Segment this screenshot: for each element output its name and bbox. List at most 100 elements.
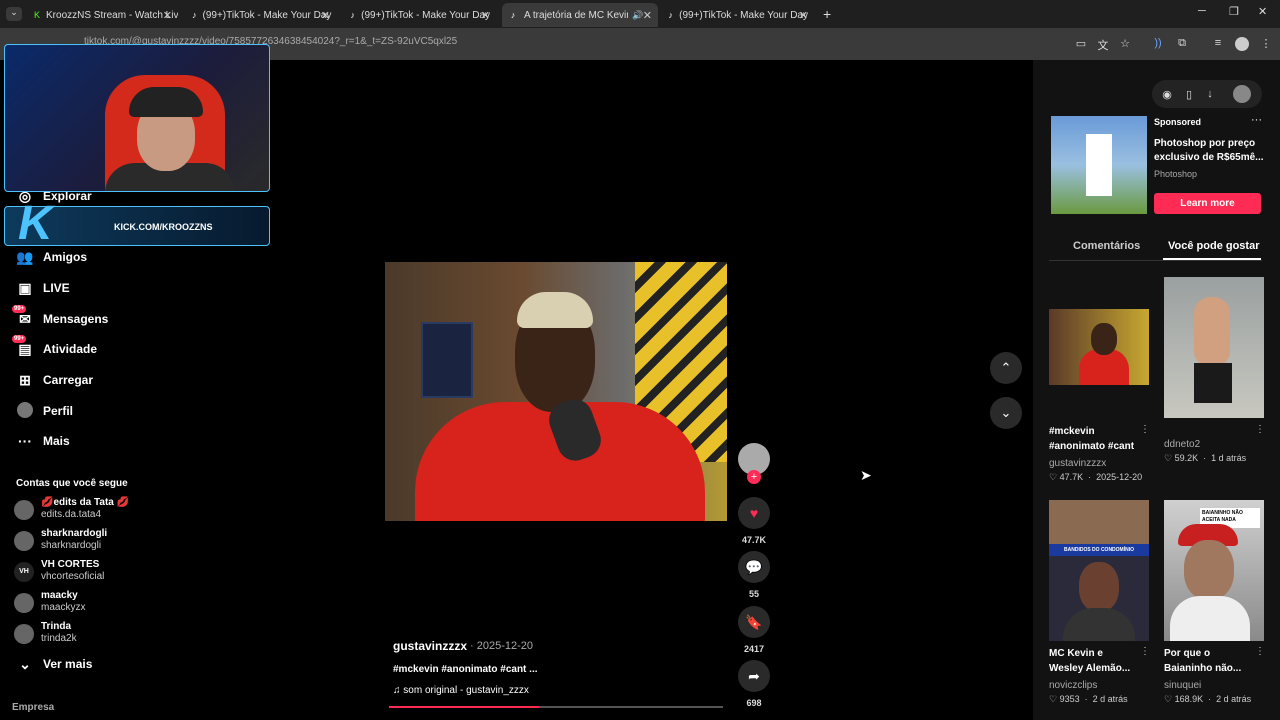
tab-3[interactable]: ♪ (99+)TikTok - Make Your Day ✕ [344,3,496,27]
tiktok-icon: ♪ [510,10,516,20]
video-author[interactable]: gustavinzzzx [393,639,467,653]
close-icon[interactable]: ✕ [799,9,808,22]
tab-you-may-like[interactable]: Você pode gostar [1168,240,1259,252]
card-meta: ♡ 168.9K · 2 d atrás [1164,694,1252,704]
nav-perfil[interactable]: Perfil [16,399,73,423]
video-thumbnail[interactable] [1049,309,1149,385]
card-title[interactable]: Por que o Baianinho não... [1164,646,1250,676]
chevron-up-icon: ⌃ [1000,360,1012,375]
friends-icon: 👥 [16,248,34,265]
nav-carregar[interactable]: ⊞ Carregar [16,368,93,392]
card-author[interactable]: ddneto2 [1164,439,1200,450]
card-title[interactable]: #mckevin #anonimato #cant [1049,424,1135,454]
video-description[interactable]: #mckevin #anonimato #cant ... [393,664,538,675]
comment-button[interactable]: 💬 [738,551,770,583]
avatar [14,624,34,644]
close-window-icon[interactable]: ✕ [1258,5,1267,18]
music-note-icon: ♫ [393,685,404,696]
kick-banner-text: KICK.COM/KROOZZNS [114,222,213,232]
nav-mensagens[interactable]: ✉ 99+ Mensagens [12,304,108,331]
tab-2[interactable]: ♪ (99+)TikTok - Make Your Day ✕ [186,3,336,27]
avatar: VH [14,562,34,582]
ad-title[interactable]: Photoshop por preço exclusivo de R$65mê.… [1154,137,1264,165]
tab-search-icon[interactable]: ⌄ [6,7,22,21]
download-icon[interactable]: ↓ [1203,88,1217,100]
webcam-overlay [4,44,270,192]
see-more-button[interactable]: ⌄ Ver mais [16,652,92,676]
media-icon[interactable]: ≡ [1211,37,1225,51]
following-item[interactable]: Trinda trinda2k [14,621,77,645]
minimize-icon[interactable]: ─ [1198,5,1206,17]
close-icon[interactable]: ✕ [481,9,490,22]
tiktok-icon: ♪ [192,10,197,20]
user-avatar[interactable] [1233,85,1251,103]
save-count: 2417 [743,644,765,654]
upload-icon: ⊞ [19,371,31,388]
video-sound[interactable]: ♫ som original - gustavin_zzzx [393,685,529,696]
cast-icon[interactable]: ▭ [1074,37,1088,51]
more-options-icon[interactable]: ⋮ [1140,646,1150,657]
following-item[interactable]: sharknardogli sharknardogli [14,528,107,552]
share-icon: ➦ [748,667,760,684]
messages-icon: ✉ 99+ [12,304,31,327]
nav-atividade[interactable]: ▤ 99+ Atividade [12,334,97,361]
video-player[interactable] [385,262,727,521]
tab-1[interactable]: K KroozzNS Stream - Watch Live ✕ [28,3,178,27]
chevron-down-icon: ⌄ [1000,405,1012,420]
comment-icon: 💬 [745,558,763,575]
bookmark-icon: 🔖 [745,613,763,630]
nav-live[interactable]: ▣ LIVE [16,276,69,300]
ad-more-icon[interactable]: ··· [1251,114,1262,126]
phone-icon[interactable]: ▯ [1182,88,1196,101]
restore-icon[interactable]: ❐ [1229,5,1239,18]
heart-icon: ♥ [749,505,759,521]
extension-icon[interactable]: )) [1151,37,1165,51]
tab-comments[interactable]: Comentários [1073,240,1140,252]
video-progress-fill [389,706,540,708]
card-author[interactable]: gustavinzzzx [1049,458,1106,469]
notification-badge: 99+ [12,334,27,343]
tab-5[interactable]: ♪ (99+)TikTok - Make Your Day ✕ [662,3,814,27]
tab-4[interactable]: ♪ A trajetória de MC Kevin: D 🔊 ✕ [502,3,658,27]
translate-icon[interactable]: 文 [1096,37,1110,52]
learn-more-button[interactable]: Learn more [1154,193,1261,214]
puzzle-icon[interactable]: ⧉ [1175,37,1189,51]
more-options-icon[interactable]: ⋮ [1255,424,1265,435]
more-options-icon[interactable]: ⋮ [1255,646,1265,657]
following-item[interactable]: 💋edits da Tata 💋 edits.da.tata4 [14,497,129,521]
heart-outline-icon: ♡ [1049,472,1060,482]
speaker-icon[interactable]: 🔊 [632,10,643,21]
close-icon[interactable]: ✕ [321,9,330,22]
following-item[interactable]: VH VH CORTES vhcortesoficial [14,559,104,583]
close-icon[interactable]: ✕ [643,9,652,22]
profile-avatar-icon[interactable] [1235,37,1249,51]
close-icon[interactable]: ✕ [163,9,172,22]
card-author[interactable]: noviczclips [1049,680,1097,691]
video-thumbnail[interactable]: BAIANINHO NÃO ACEITA NADA [1164,500,1264,641]
follow-plus-icon[interactable]: + [747,470,761,484]
chevron-down-icon: ⌄ [19,655,31,672]
more-options-icon[interactable]: ⋮ [1140,424,1150,435]
heart-outline-icon: ♡ [1049,694,1060,704]
card-author[interactable]: sinuquei [1164,680,1201,691]
nav-mais[interactable]: ··· Mais [16,429,70,453]
save-button[interactable]: 🔖 [738,606,770,638]
star-icon[interactable]: ☆ [1118,37,1132,51]
menu-icon[interactable]: ⋮ [1259,37,1273,51]
video-thumbnail[interactable]: BANDIDOS DO CONDOMÍNIO [1049,500,1149,641]
like-button[interactable]: ♥ [738,497,770,529]
sponsored-label: Sponsored [1154,117,1202,127]
tiktok-icon: ♪ [668,10,673,20]
video-thumbnail[interactable] [1164,277,1264,418]
compass-icon[interactable]: ◉ [1160,88,1174,101]
new-tab-icon[interactable]: + [823,6,831,22]
kick-icon: K [34,10,41,20]
share-button[interactable]: ➦ [738,660,770,692]
following-item[interactable]: maacky maackyzx [14,590,85,614]
previous-video-button[interactable]: ⌃ [990,352,1022,384]
live-icon: ▣ [18,279,32,296]
video-date: · 2025-12-20 [470,640,533,652]
card-title[interactable]: MC Kevin e Wesley Alemão... [1049,646,1135,676]
footer-link[interactable]: Empresa [12,702,54,713]
next-video-button[interactable]: ⌄ [990,397,1022,429]
